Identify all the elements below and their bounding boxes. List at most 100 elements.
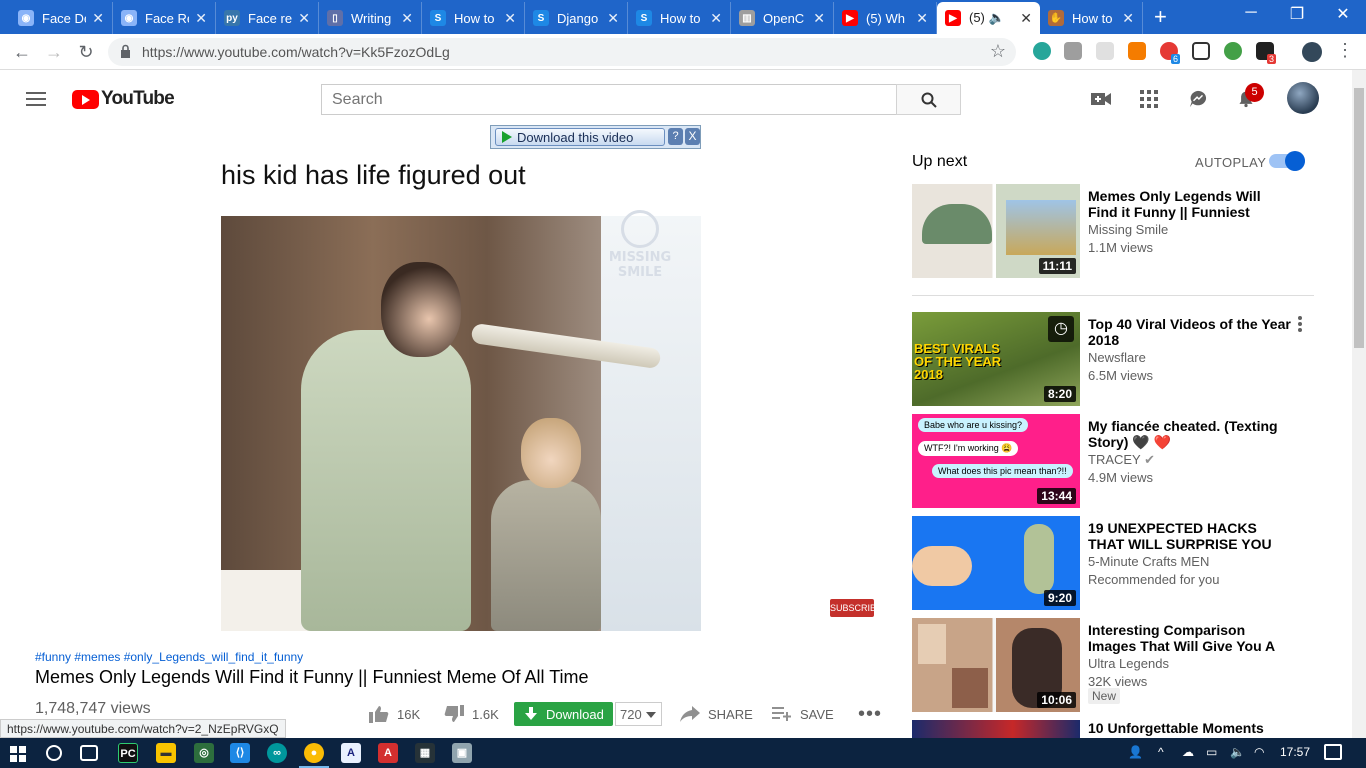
browser-tab[interactable]: ▥ OpenC ✕: [731, 2, 834, 34]
close-tab-icon[interactable]: ✕: [92, 10, 104, 27]
search-button[interactable]: [896, 84, 961, 115]
video-player[interactable]: his kid has life figured out MISSING SMI…: [221, 150, 701, 631]
close-tab-icon[interactable]: ✕: [916, 10, 928, 27]
close-tab-icon[interactable]: ✕: [813, 10, 825, 27]
recommendation-item[interactable]: 9:20 19 UNEXPECTED HACKS THAT WILL SURPR…: [912, 516, 1332, 610]
speaker-icon[interactable]: 🔈: [989, 10, 1005, 25]
action-menu-icon[interactable]: [1298, 316, 1302, 332]
close-tab-icon[interactable]: ✕: [504, 10, 516, 27]
browser-tab[interactable]: ✋ How to ✕: [1040, 2, 1143, 34]
help-button[interactable]: ?: [668, 128, 683, 145]
subscribe-watermark-button[interactable]: SUBSCRIBE: [830, 599, 882, 617]
vscode-icon[interactable]: ⟨⟩: [230, 743, 250, 763]
recommendation-thumbnail[interactable]: 11:11: [912, 184, 1080, 278]
reload-button[interactable]: ↻: [74, 40, 98, 64]
recommendation-thumbnail[interactable]: BEST VIRALS OF THE YEAR 2018 ◷ 8:20: [912, 312, 1080, 406]
recommendation-item[interactable]: BEST VIRALS OF THE YEAR 2018 ◷ 8:20 Top …: [912, 312, 1332, 406]
taskbar-clock[interactable]: 17:57: [1280, 745, 1310, 759]
extension-globe-icon[interactable]: [1224, 42, 1242, 60]
circuit-app-icon[interactable]: ▦: [415, 743, 435, 763]
channel-name[interactable]: TRACEY ✔: [1088, 452, 1155, 468]
back-button[interactable]: ←: [10, 40, 34, 64]
page-scrollbar[interactable]: [1352, 70, 1366, 738]
recommendation-thumbnail[interactable]: Babe who are u kissing? WTF?! I'm workin…: [912, 414, 1080, 508]
wifi-icon[interactable]: ◠: [1254, 745, 1264, 759]
close-tab-icon[interactable]: ✕: [298, 10, 310, 27]
battery-icon[interactable]: ▭: [1206, 745, 1217, 759]
close-tab-icon[interactable]: ✕: [401, 10, 413, 27]
browser-tab[interactable]: S How to ✕: [422, 2, 525, 34]
download-button[interactable]: Download: [514, 702, 613, 726]
quality-select[interactable]: 720: [615, 702, 662, 726]
guide-menu-icon[interactable]: [26, 92, 46, 106]
tray-chevron-icon[interactable]: ^: [1158, 745, 1164, 759]
like-button[interactable]: 16K: [369, 702, 420, 726]
close-tab-icon[interactable]: ✕: [195, 10, 207, 27]
account-avatar[interactable]: [1287, 82, 1319, 114]
people-icon[interactable]: 👤: [1128, 745, 1143, 759]
scrollbar-thumb[interactable]: [1354, 88, 1364, 348]
windows-start-icon[interactable]: [10, 746, 26, 762]
extension-list-icon[interactable]: [1096, 42, 1114, 60]
maximize-button[interactable]: ❐: [1274, 4, 1320, 24]
bookmark-star-icon[interactable]: ☆: [990, 41, 1006, 62]
acrobat-icon[interactable]: A: [378, 743, 398, 763]
recommendation-item[interactable]: 11:11 Memes Only Legends Will Find it Fu…: [912, 184, 1332, 278]
youtube-logo[interactable]: YouTube: [72, 88, 175, 110]
autoplay-toggle[interactable]: [1269, 151, 1305, 171]
chrome-menu-icon[interactable]: ⋮: [1336, 40, 1354, 61]
recommendation-thumbnail[interactable]: 10:06: [912, 618, 1080, 712]
apps-grid-icon[interactable]: [1140, 90, 1158, 108]
forward-button[interactable]: →: [42, 40, 66, 64]
extension-m-icon[interactable]: [1033, 42, 1051, 60]
extension-cube-icon[interactable]: [1192, 42, 1210, 60]
watch-later-clock-icon[interactable]: ◷: [1048, 316, 1074, 342]
recommendation-thumbnail[interactable]: [912, 720, 1080, 738]
arduino-icon[interactable]: ∞: [267, 743, 287, 763]
chrome-profile-avatar[interactable]: [1302, 42, 1322, 62]
onedrive-icon[interactable]: ☁: [1182, 745, 1194, 759]
browser-tab[interactable]: ▶ (5) Wh ✕: [834, 2, 937, 34]
save-button[interactable]: SAVE: [772, 702, 834, 726]
task-view-icon[interactable]: [80, 745, 98, 761]
create-video-icon[interactable]: [1090, 90, 1112, 108]
close-tab-icon[interactable]: ✕: [607, 10, 619, 27]
extension-grey-icon[interactable]: [1064, 42, 1082, 60]
recommendation-item[interactable]: 10:06 Interesting Comparison Images That…: [912, 618, 1332, 712]
minimize-button[interactable]: ─: [1228, 4, 1274, 22]
close-window-button[interactable]: ✕: [1320, 4, 1366, 24]
browser-tab[interactable]: py Face re ✕: [216, 2, 319, 34]
channel-name[interactable]: Newsflare: [1088, 350, 1146, 365]
recommendation-item[interactable]: Babe who are u kissing? WTF?! I'm workin…: [912, 414, 1332, 508]
cortana-search-icon[interactable]: [46, 745, 62, 761]
browser-tab[interactable]: S How to ✕: [628, 2, 731, 34]
more-actions-icon[interactable]: •••: [858, 702, 882, 726]
download-this-video-button[interactable]: Download this video: [495, 128, 665, 146]
close-tab-icon[interactable]: ✕: [710, 10, 722, 27]
dislike-button[interactable]: 1.6K: [444, 702, 499, 726]
browser-tab[interactable]: ◉ Face De ✕: [10, 2, 113, 34]
close-tab-icon[interactable]: ✕: [1020, 10, 1032, 27]
share-button[interactable]: SHARE: [680, 702, 753, 726]
messages-icon[interactable]: [1187, 90, 1209, 108]
file-explorer-icon[interactable]: ▬: [156, 743, 176, 763]
pycharm-icon[interactable]: PC: [118, 743, 138, 763]
volume-icon[interactable]: 🔈: [1230, 745, 1245, 759]
close-tab-icon[interactable]: ✕: [1122, 10, 1134, 27]
browser-tab-active[interactable]: ▶ (5) 🔈 ✕: [937, 2, 1040, 34]
recommendation-thumbnail[interactable]: 9:20: [912, 516, 1080, 610]
video-hashtags[interactable]: #funny #memes #only_Legends_will_find_it…: [35, 650, 303, 664]
browser-tab[interactable]: ◉ Face Re ✕: [113, 2, 216, 34]
search-tool-icon[interactable]: ◎: [194, 743, 214, 763]
url-field[interactable]: https://www.youtube.com/watch?v=Kk5FzozO…: [108, 38, 1016, 66]
recommendation-item[interactable]: 10 Unforgettable Moments: [912, 720, 1332, 738]
close-overlay-button[interactable]: X: [685, 128, 700, 145]
channel-name[interactable]: 5-Minute Crafts MEN: [1088, 554, 1209, 569]
extension-orange-icon[interactable]: [1128, 42, 1146, 60]
search-input[interactable]: [321, 84, 897, 115]
action-center-icon[interactable]: [1324, 744, 1342, 760]
font-app-icon[interactable]: A: [341, 743, 361, 763]
browser-tab[interactable]: S Django ✕: [525, 2, 628, 34]
new-tab-button[interactable]: +: [1154, 6, 1167, 28]
channel-name[interactable]: Missing Smile: [1088, 222, 1168, 237]
